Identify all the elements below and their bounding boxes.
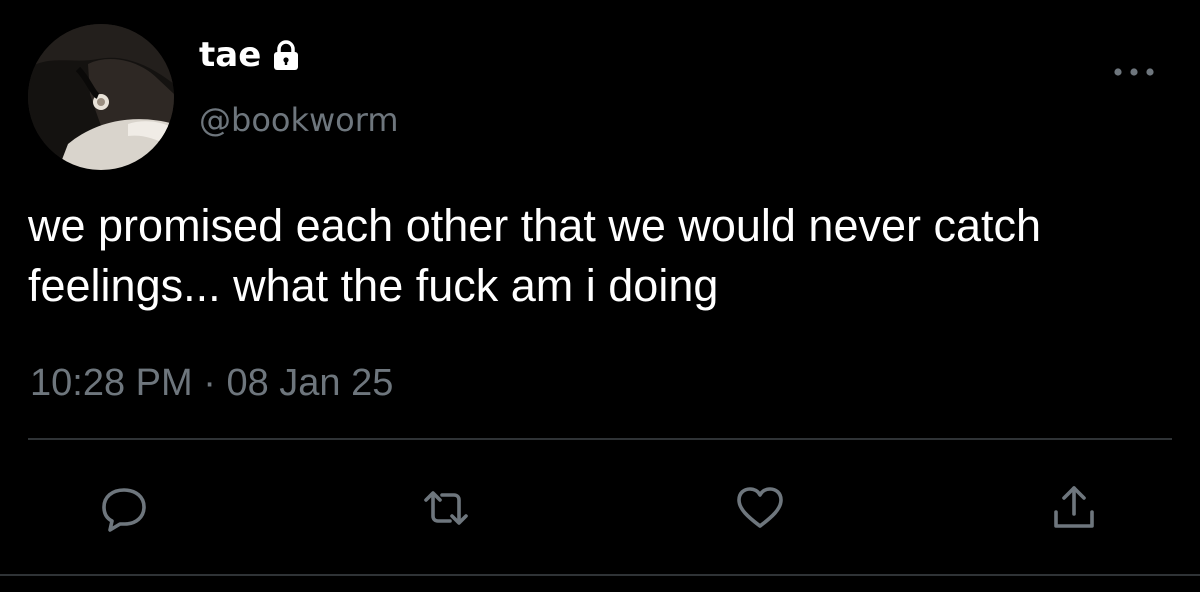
username-handle[interactable]: @bookworm — [199, 104, 399, 136]
share-icon — [1054, 486, 1094, 528]
tweet-date: 08 Jan 25 — [226, 362, 394, 404]
more-icon[interactable] — [1108, 60, 1160, 84]
tweet-timestamp[interactable]: 10:28 PM · 08 Jan 25 — [30, 364, 393, 402]
display-name[interactable]: tae — [199, 38, 261, 72]
retweet-button[interactable] — [420, 482, 472, 534]
lock-icon — [274, 40, 299, 70]
bottom-divider — [0, 574, 1200, 576]
retweet-icon — [424, 491, 468, 525]
reply-icon — [102, 488, 146, 532]
avatar[interactable] — [28, 24, 174, 170]
tweet-text: we promised each other that we would nev… — [28, 200, 1042, 311]
meta-separator: · — [203, 362, 216, 404]
share-button[interactable] — [1048, 482, 1100, 534]
reply-button[interactable] — [98, 482, 150, 534]
heart-icon — [737, 487, 783, 528]
like-button[interactable] — [734, 482, 786, 534]
tweet-time: 10:28 PM — [30, 362, 193, 404]
author-name-row: tae — [199, 38, 303, 72]
divider — [28, 438, 1172, 440]
